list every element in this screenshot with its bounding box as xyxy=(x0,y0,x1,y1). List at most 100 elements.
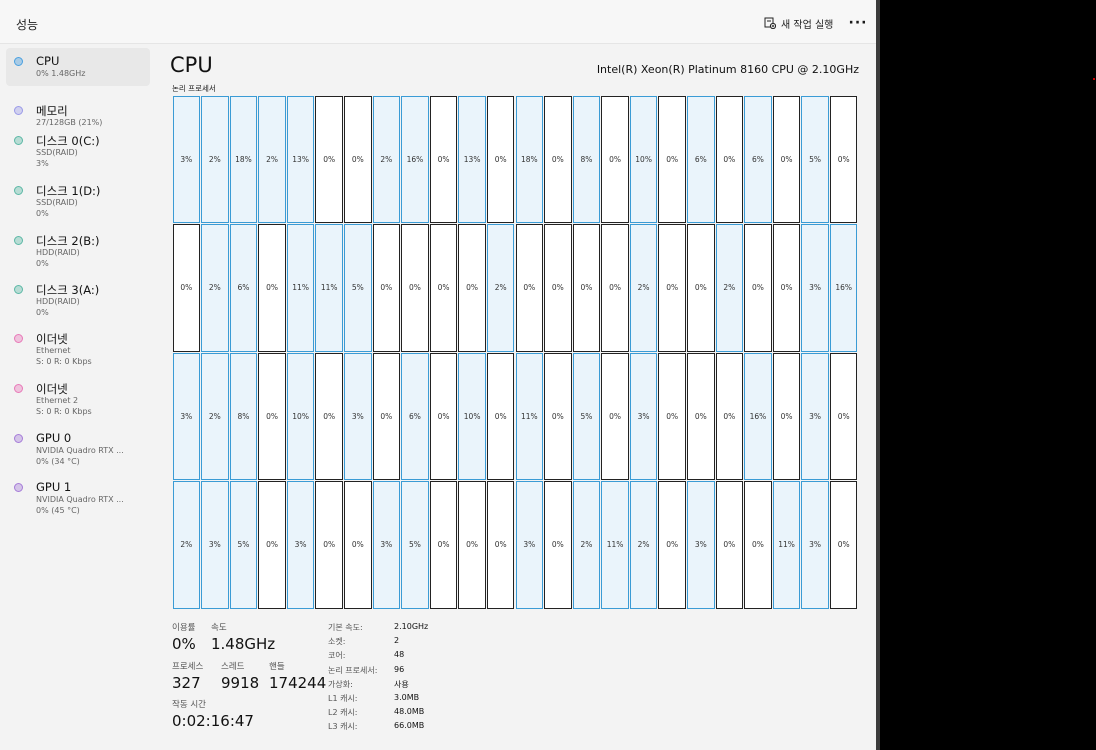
logical-processor-cell: 5% xyxy=(572,352,601,480)
logical-processor-cell: 5% xyxy=(344,224,372,352)
sidebar-item-name: 디스크 2(B:) xyxy=(36,234,100,248)
logical-processor-cell: 0% xyxy=(486,352,515,480)
spec-value: 2 xyxy=(394,636,400,646)
logical-processor-cell: 0% xyxy=(372,224,401,352)
logical-processor-cell: 0% xyxy=(458,481,486,609)
logical-processor-cell: 2% xyxy=(201,352,229,480)
logical-processor-cell: 0% xyxy=(429,481,458,609)
status-dot-icon xyxy=(14,136,23,145)
logical-processor-cell: 3% xyxy=(515,481,544,609)
sidebar-item-6[interactable]: 이더넷 Ethernet S: 0 R: 0 Kbps xyxy=(6,325,150,369)
sidebar-item-name: 디스크 0(C:) xyxy=(36,134,100,148)
status-dot-icon xyxy=(14,57,23,66)
sidebar-item-detail: NVIDIA Quadro RTX ... xyxy=(36,495,124,504)
logical-processor-cell: 0% xyxy=(315,481,343,609)
logical-processor-cell: 2% xyxy=(201,224,229,352)
spec-key: L2 캐시: xyxy=(328,708,358,718)
processes-value: 327 xyxy=(172,674,201,692)
logical-processor-cell: 8% xyxy=(572,95,601,223)
logical-processor-cell: 0% xyxy=(744,481,772,609)
logical-processor-cell: 13% xyxy=(286,95,315,223)
speed-value: 1.48GHz xyxy=(211,635,276,653)
status-dot-icon xyxy=(14,106,23,115)
status-dot-icon xyxy=(14,483,23,492)
spec-value: 48.0MB xyxy=(394,707,425,717)
logical-processor-cell: 0% xyxy=(458,224,486,352)
new-task-button[interactable]: 새 작업 실행 xyxy=(760,12,837,34)
logical-processor-cell: 0% xyxy=(315,95,343,223)
sidebar-item-2[interactable]: 디스크 0(C:) SSD(RAID) 3% xyxy=(6,127,150,171)
spec-value: 2.10GHz xyxy=(394,622,429,631)
sidebar-item-9[interactable]: GPU 1 NVIDIA Quadro RTX ... 0% (45 °C) xyxy=(6,474,150,518)
logical-processor-cell: 11% xyxy=(601,481,629,609)
logical-processor-cell: 6% xyxy=(229,224,258,352)
logical-processor-cell: 0% xyxy=(544,352,572,480)
sidebar-item-name: GPU 0 xyxy=(36,431,72,445)
logical-processor-cell: 0% xyxy=(544,95,572,223)
sidebar-item-0[interactable]: CPU 0% 1.48GHz xyxy=(6,48,150,86)
logical-processor-cell: 6% xyxy=(744,95,772,223)
logical-processor-cell: 16% xyxy=(829,224,858,352)
header-bar: 성능 새 작업 실행 ··· xyxy=(0,0,876,44)
new-task-icon xyxy=(764,17,776,29)
logical-processor-cell: 0% xyxy=(429,95,458,223)
logical-processor-cell: 0% xyxy=(258,224,286,352)
logical-processor-cell: 0% xyxy=(429,224,458,352)
sidebar-item-4[interactable]: 디스크 2(B:) HDD(RAID) 0% xyxy=(6,227,150,271)
logical-processor-cell: 0% xyxy=(515,224,544,352)
logical-processor-cell: 10% xyxy=(629,95,658,223)
logical-processor-cell: 0% xyxy=(344,95,372,223)
sidebar-item-name: CPU xyxy=(36,54,60,68)
more-options-button[interactable]: ··· xyxy=(846,12,870,34)
logical-processor-cell: 0% xyxy=(401,224,429,352)
status-dot-icon xyxy=(14,186,23,195)
logical-processor-cell: 8% xyxy=(229,352,258,480)
sidebar-item-name: 디스크 3(A:) xyxy=(36,283,100,297)
logical-processor-cell: 3% xyxy=(201,481,229,609)
logical-processor-cell: 0% xyxy=(658,352,686,480)
logical-processor-cell: 11% xyxy=(772,481,801,609)
sidebar-item-detail: 0% 1.48GHz xyxy=(36,69,86,78)
sidebar-item-detail: HDD(RAID) xyxy=(36,297,80,306)
logical-processor-cell: 0% xyxy=(658,481,686,609)
logical-processor-cell: 0% xyxy=(258,352,286,480)
sidebar-item-7[interactable]: 이더넷 Ethernet 2 S: 0 R: 0 Kbps xyxy=(6,375,150,419)
spec-key: 소켓: xyxy=(328,637,346,647)
spec-key: L3 캐시: xyxy=(328,722,358,732)
logical-processor-cell: 2% xyxy=(258,95,286,223)
sidebar-item-value: S: 0 R: 0 Kbps xyxy=(36,357,92,366)
sidebar: CPU 0% 1.48GHz 메모리 27/128GB (21%) 디스크 0(C:) S… xyxy=(0,44,156,750)
sidebar-item-8[interactable]: GPU 0 NVIDIA Quadro RTX ... 0% (34 °C) xyxy=(6,425,150,469)
logical-processor-grid: 3% 2% 18% 2% 13% 0% 0% 2% 16% 0% 13% 0% 18% 0% 8% 0% 10%… xyxy=(172,95,858,609)
utilization-label: 이용률 xyxy=(172,623,196,633)
status-dot-icon xyxy=(14,285,23,294)
sidebar-item-3[interactable]: 디스크 1(D:) SSD(RAID) 0% xyxy=(6,177,150,221)
logical-processor-cell: 11% xyxy=(286,224,315,352)
spec-value: 48 xyxy=(394,650,405,660)
page-title: 성능 xyxy=(16,18,39,32)
spec-key: 코어: xyxy=(328,651,346,661)
sidebar-item-5[interactable]: 디스크 3(A:) HDD(RAID) 0% xyxy=(6,276,150,320)
logical-processor-cell: 3% xyxy=(172,352,201,480)
logical-processor-cell: 0% xyxy=(601,352,629,480)
logical-processor-cell: 18% xyxy=(515,95,544,223)
logical-processor-cell: 0% xyxy=(658,224,686,352)
threads-label: 스레드 xyxy=(221,662,245,672)
speed-label: 속도 xyxy=(211,623,227,633)
spec-key: L1 캐시: xyxy=(328,694,358,703)
logical-processor-cell: 0% xyxy=(744,224,772,352)
spec-value: 3.0MB xyxy=(394,693,420,702)
handles-value: 174244 xyxy=(269,674,327,692)
main-title: CPU xyxy=(170,53,213,77)
sidebar-item-name: 이더넷 xyxy=(36,382,68,396)
logical-processor-cell: 3% xyxy=(629,352,658,480)
sidebar-item-value: 0% xyxy=(36,259,49,268)
status-dot-icon xyxy=(14,236,23,245)
window-edge xyxy=(876,0,880,750)
uptime-label: 작동 시간 xyxy=(172,700,206,710)
logical-processor-cell: 0% xyxy=(829,352,858,480)
spec-key: 논리 프로세서: xyxy=(328,665,378,675)
spec-value: 96 xyxy=(394,664,405,674)
logical-processor-cell: 0% xyxy=(258,481,286,609)
sidebar-item-name: GPU 1 xyxy=(36,480,72,494)
